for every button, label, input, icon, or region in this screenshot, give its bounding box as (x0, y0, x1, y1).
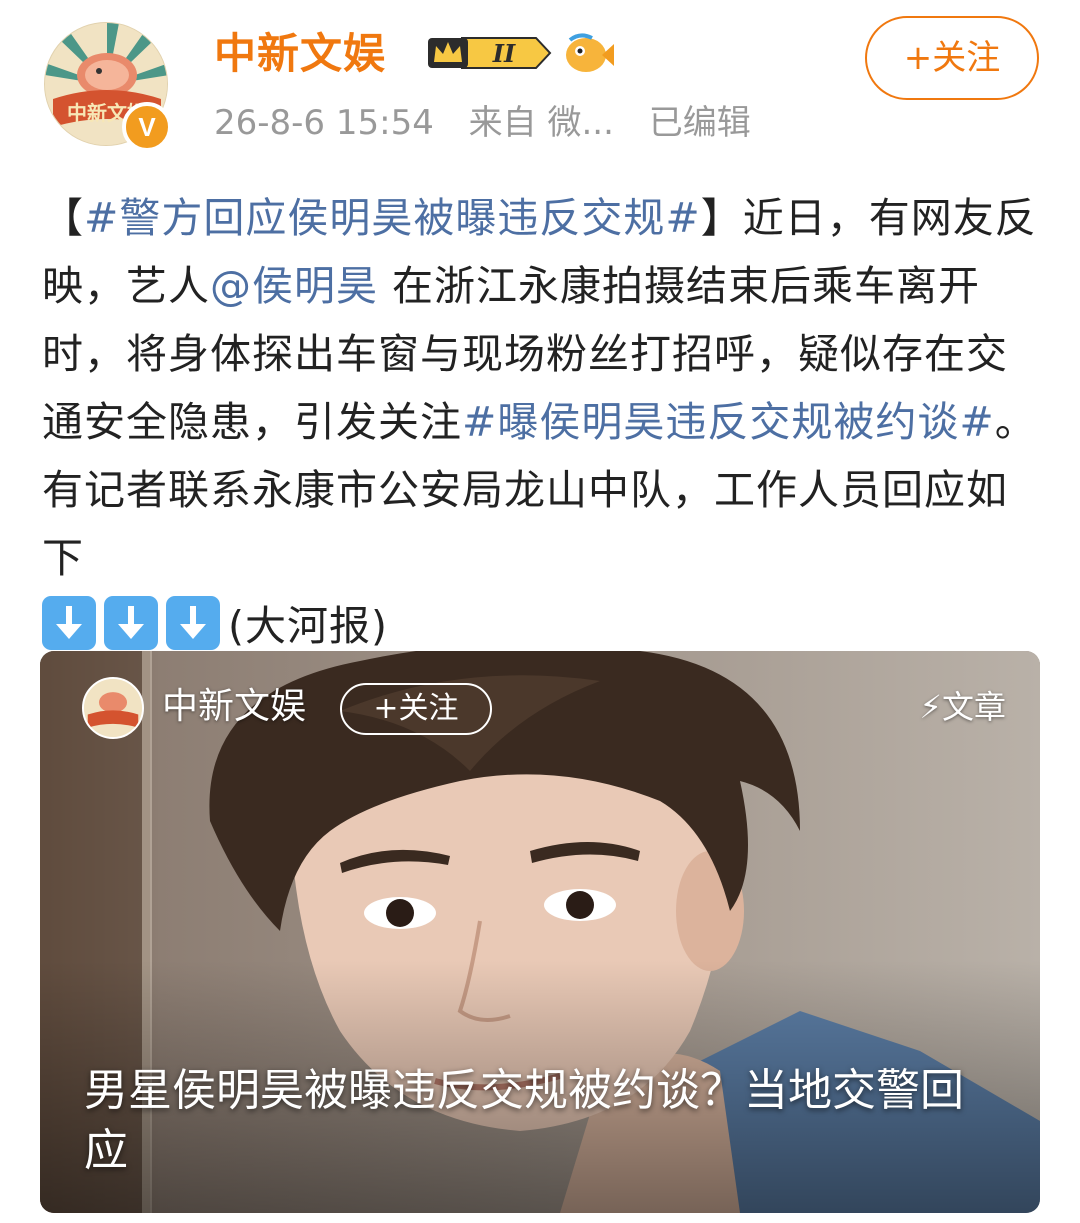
bracket-close: 】 (700, 194, 743, 242)
article-type-label: ⚡文章 (920, 685, 1006, 729)
fish-badge-icon[interactable] (562, 30, 614, 76)
down-arrow-icon (104, 596, 158, 650)
level-numeral: II (492, 39, 516, 68)
article-card[interactable]: 中新文娱 +关注 ⚡文章 男星侯明昊被曝违反交规被约谈？当地交警回应 (40, 651, 1040, 1213)
lightning-icon: ⚡ (919, 688, 942, 726)
bracket-open: 【 (42, 194, 84, 242)
post-meta: 26-8-6 15:54 来自 微... 已编辑 (214, 98, 775, 148)
article-type-text: 文章 (941, 688, 1006, 726)
card-follow-button[interactable]: +关注 (340, 683, 492, 735)
post-source[interactable]: 来自 微... (469, 103, 614, 143)
follow-button[interactable]: +关注 (865, 16, 1039, 100)
edited-label[interactable]: 已编辑 (649, 103, 751, 143)
mention-link[interactable]: @侯明昊 (210, 262, 378, 310)
weibo-post: 中新文娱 V 中新文娱 II +关注 26-8-6 15:54 来自 微... … (0, 0, 1080, 1223)
avatar-logo-icon (84, 679, 142, 737)
verified-badge-icon: V (122, 102, 172, 152)
hashtag-link[interactable]: #曝侯明昊违反交规被约谈# (462, 398, 995, 446)
down-arrow-icon (42, 596, 96, 650)
down-arrow-icon (166, 596, 220, 650)
post-timestamp: 26-8-6 15:54 (214, 103, 434, 143)
author-name[interactable]: 中新文娱 (214, 26, 386, 82)
crown-level-badge-icon[interactable]: II (426, 32, 552, 74)
card-author-name[interactable]: 中新文娱 (162, 681, 306, 733)
article-title[interactable]: 男星侯明昊被曝违反交规被约谈？当地交警回应 (84, 1061, 1004, 1181)
card-author-avatar[interactable] (82, 677, 144, 739)
hashtag-link[interactable]: #警方回应侯明昊被曝违反交规# (84, 194, 701, 242)
post-text: 【#警方回应侯明昊被曝违反交规#】近日，有网友反映，艺人@侯明昊 在浙江永康拍摄… (42, 184, 1042, 660)
source-note: (大河报) (228, 602, 388, 650)
